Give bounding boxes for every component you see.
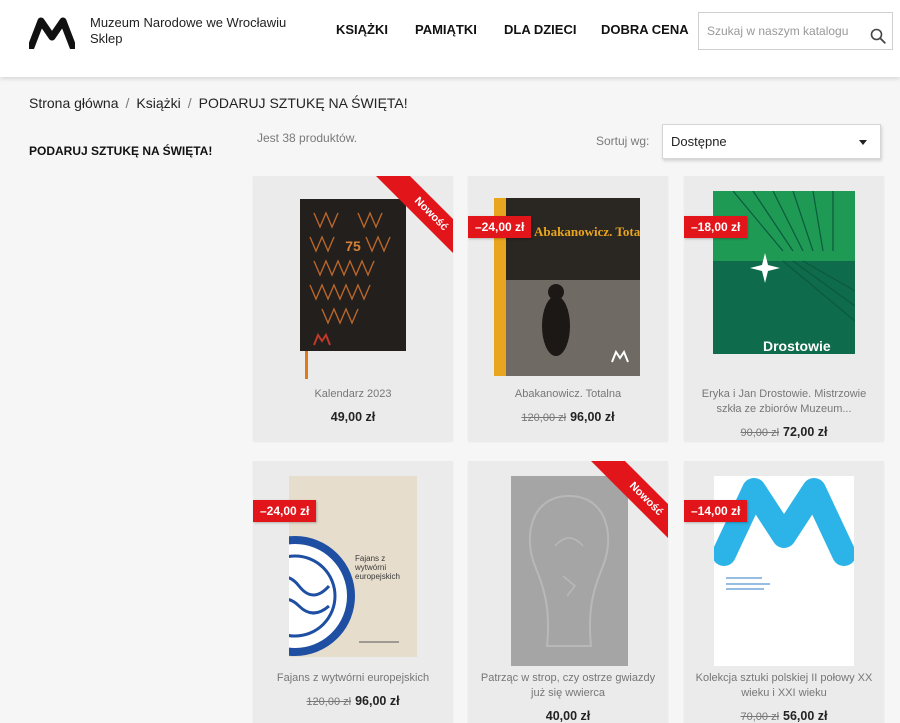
product-name[interactable]: Eryka i Jan Drostowie. Mistrzowie szkła …	[690, 387, 878, 417]
nav-item-dobra-cena[interactable]: DOBRA CENA	[601, 22, 689, 37]
product-name[interactable]: Patrząc w strop, czy ostrze gwiazdy już …	[474, 671, 662, 701]
caret-down-icon	[859, 140, 867, 145]
breadcrumb-ksiazki[interactable]: Książki	[136, 95, 180, 111]
product-prices: 120,00 zł 96,00 zł	[468, 408, 668, 426]
brand-name[interactable]: Muzeum Narodowe we Wrocławiu Sklep	[90, 15, 286, 47]
product-card[interactable]: 75 Nowość Kalendarz 2023 49,00 zł	[253, 176, 453, 441]
search-icon[interactable]	[870, 28, 886, 44]
museum-logo-icon[interactable]	[29, 17, 75, 49]
site-header: Muzeum Narodowe we Wrocławiu Sklep KSIĄŻ…	[0, 0, 900, 77]
breadcrumb-current: PODARUJ SZTUKĘ NA ŚWIĘTA!	[198, 95, 408, 111]
breadcrumb-separator: /	[187, 95, 192, 111]
product-card[interactable]: Nowość Patrząc w strop, czy ostrze gwiaz…	[468, 461, 668, 723]
breadcrumb-home[interactable]: Strona główna	[29, 95, 119, 111]
product-price: 40,00 zł	[545, 709, 591, 723]
breadcrumb: Strona główna / Książki / PODARUJ SZTUKĘ NA …	[29, 95, 408, 111]
cover-text-75: 75	[345, 238, 361, 254]
search-input[interactable]	[707, 22, 862, 40]
product-old-price: 70,00 zł	[740, 711, 780, 723]
product-prices: 90,00 zł 72,00 zł	[684, 423, 884, 441]
product-count: Jest 38 produktów.	[257, 131, 358, 145]
new-ribbon: Nowość	[363, 176, 453, 266]
product-old-price: 120,00 zł	[521, 412, 567, 424]
product-prices: 49,00 zł	[253, 408, 453, 426]
discount-badge: –24,00 zł	[468, 216, 532, 238]
product-prices: 70,00 zł 56,00 zł	[684, 707, 884, 723]
product-card[interactable]: Drostowie –18,00 zł Eryka i Jan Drostowi…	[684, 176, 884, 441]
discount-badge: –18,00 zł	[684, 216, 748, 238]
new-ribbon: Nowość	[578, 461, 668, 551]
product-price: 96,00 zł	[355, 694, 400, 708]
discount-badge: –14,00 zł	[684, 500, 748, 522]
discount-badge: –24,00 zł	[253, 500, 317, 522]
sort-label: Sortuj wg:	[596, 134, 650, 148]
new-ribbon-label: Nowość	[588, 461, 668, 551]
product-card[interactable]: Abakanowicz. Totalna –24,00 zł Abakanowi…	[468, 176, 668, 441]
nav-item-pamiatki[interactable]: PAMIĄTKI	[415, 22, 477, 37]
product-name[interactable]: Kolekcja sztuki polskiej II połowy XX wi…	[690, 671, 878, 701]
product-old-price: 90,00 zł	[740, 427, 780, 439]
nav-item-ksiazki[interactable]: KSIĄŻKI	[336, 22, 388, 37]
product-card[interactable]: –14,00 zł Kolekcja sztuki polskiej II po…	[684, 461, 884, 723]
product-name[interactable]: Fajans z wytwórni europejskich	[259, 671, 447, 686]
cover-title: Abakanowicz. Totalna	[534, 224, 640, 239]
product-old-price: 120,00 zł	[306, 696, 352, 708]
product-price: 56,00 zł	[783, 709, 828, 723]
new-ribbon-label: Nowość	[373, 176, 453, 266]
sort-select[interactable]: Dostępne	[662, 124, 881, 159]
sidebar-category-title: PODARUJ SZTUKĘ NA ŚWIĘTA!	[29, 144, 213, 158]
brand-line-2: Sklep	[90, 31, 123, 46]
product-prices: 120,00 zł 96,00 zł	[253, 692, 453, 710]
product-name[interactable]: Kalendarz 2023	[259, 387, 447, 402]
breadcrumb-separator: /	[125, 95, 130, 111]
bookmark-ribbon	[305, 351, 308, 379]
nav-item-dla-dzieci[interactable]: DLA DZIECI	[504, 22, 576, 37]
brand-line-1: Muzeum Narodowe we Wrocławiu	[90, 15, 287, 30]
search-box	[698, 12, 893, 50]
cover-title: Fajans z wytwórni europejskich	[355, 554, 400, 581]
product-price: 49,00 zł	[330, 410, 376, 424]
product-prices: 40,00 zł	[468, 707, 668, 723]
cover-title: Drostowie	[763, 338, 831, 354]
product-card[interactable]: Fajans z wytwórni europejskich –24,00 zł…	[253, 461, 453, 723]
sort-selected-value: Dostępne	[671, 134, 727, 149]
product-price: 96,00 zł	[570, 410, 615, 424]
product-price: 72,00 zł	[783, 425, 828, 439]
product-name[interactable]: Abakanowicz. Totalna	[474, 387, 662, 402]
